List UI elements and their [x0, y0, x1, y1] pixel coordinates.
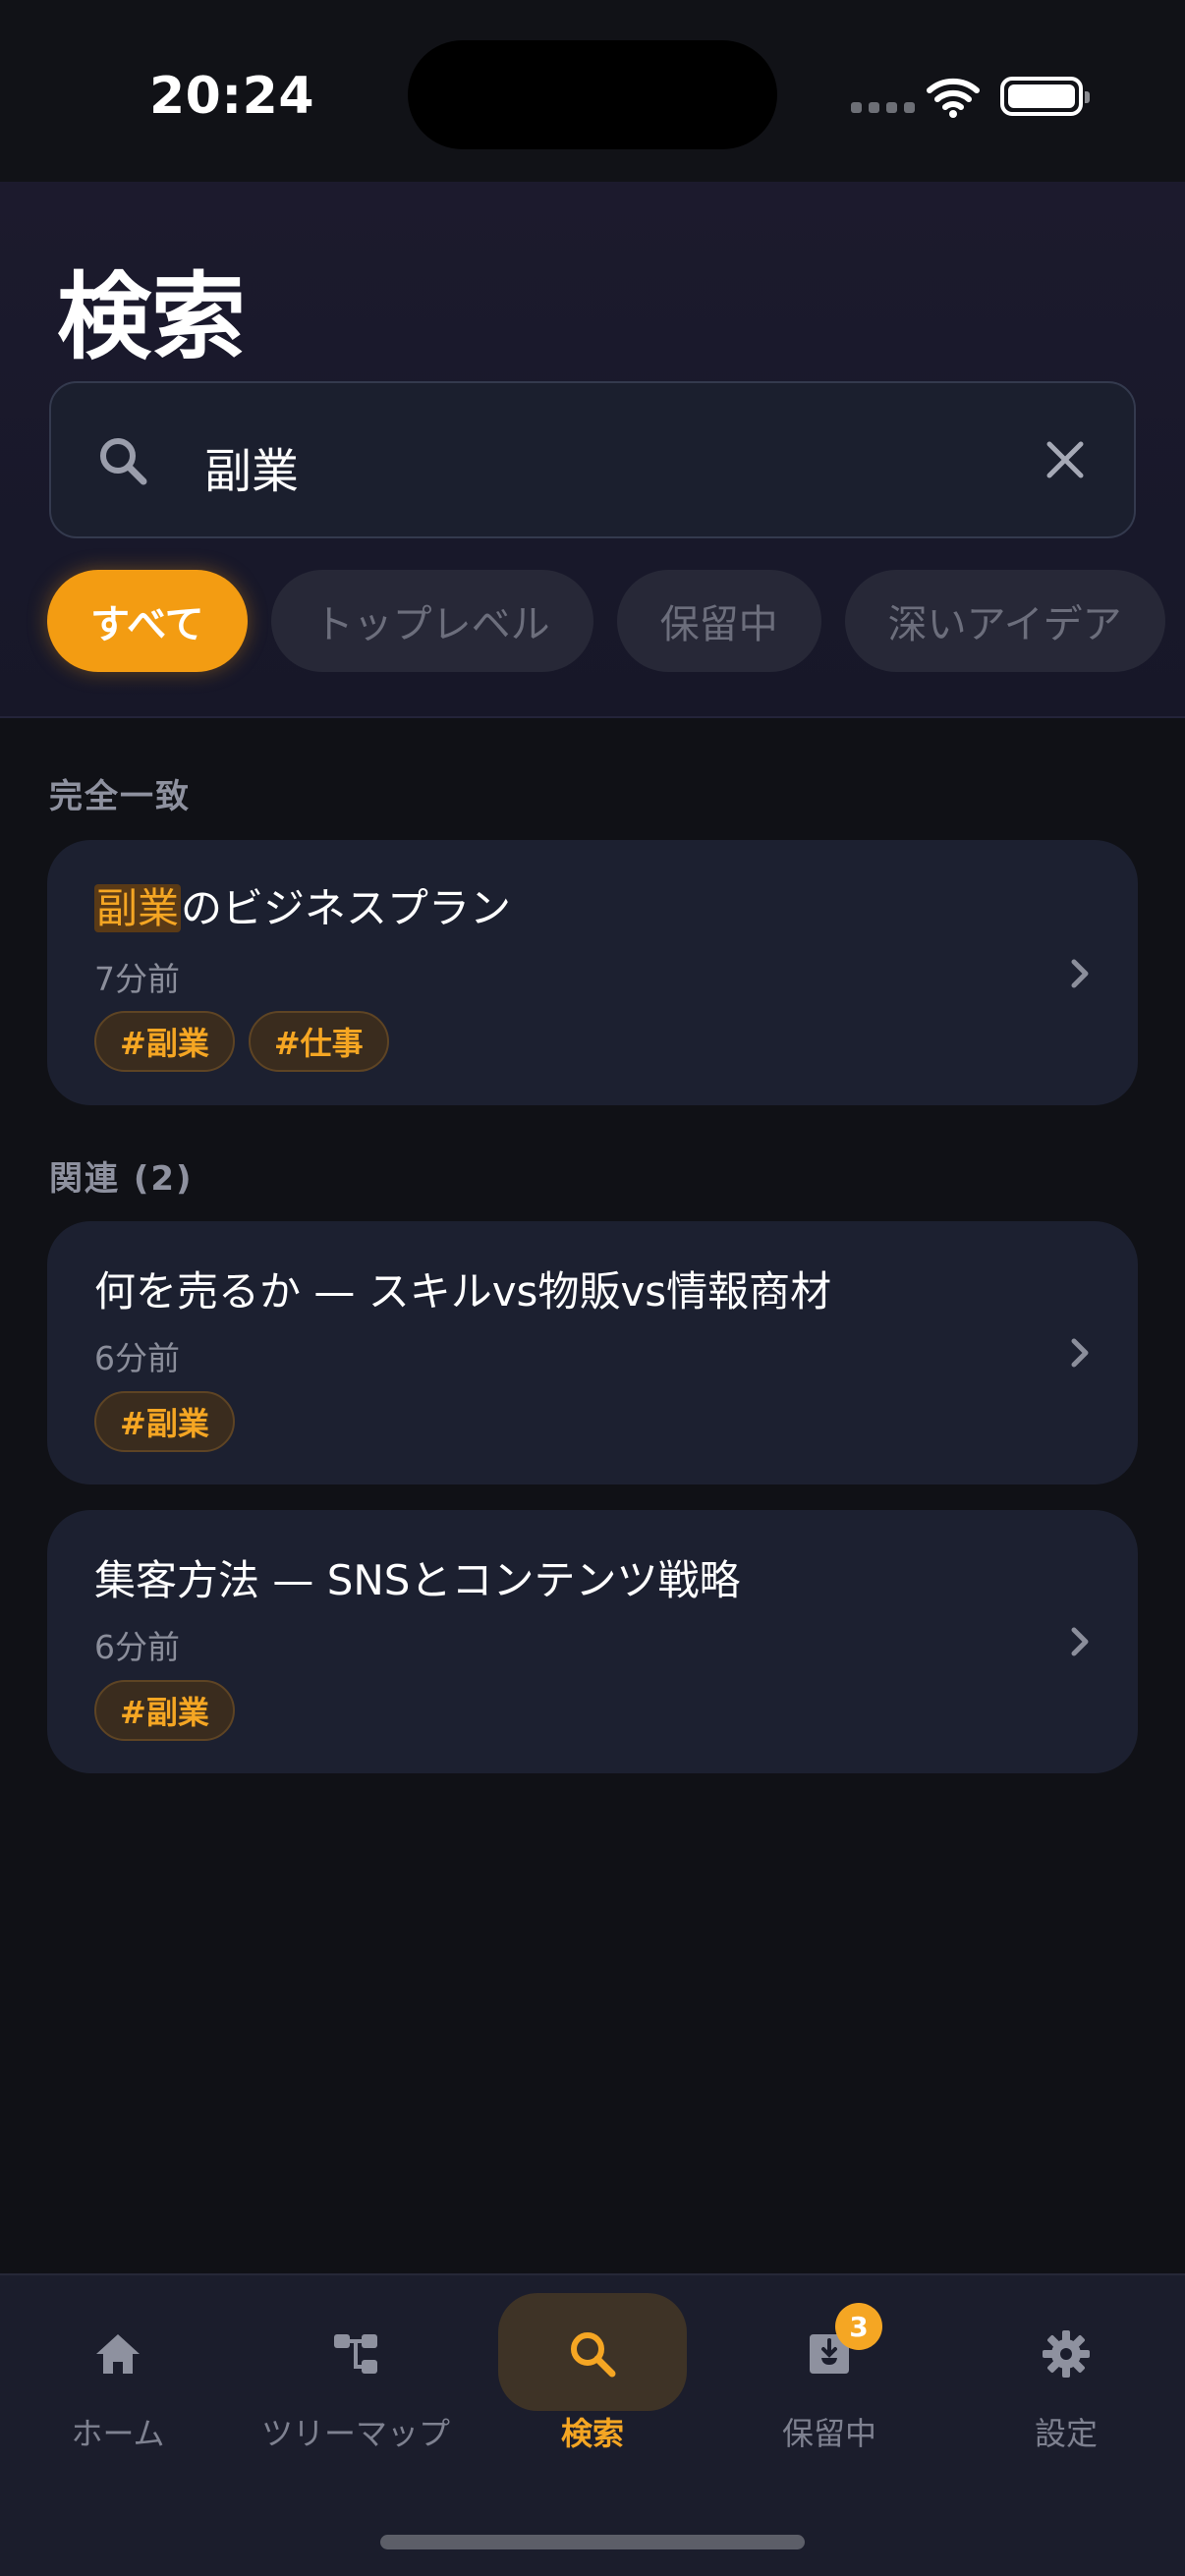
filter-chip-pending[interactable]: 保留中 — [616, 570, 821, 672]
tag-chip[interactable]: #仕事 — [248, 1011, 389, 1072]
result-title: 集客方法 — SNSとコンテンツ戦略 — [94, 1556, 741, 1604]
result-tags: #副業 #仕事 — [94, 1011, 389, 1072]
filter-chips: すべて トップレベル 保留中 深いアイデア — [47, 570, 1165, 672]
section-label-related: 関連 (2) — [49, 1159, 194, 1199]
result-card[interactable]: 何を売るか — スキルvs物販vs情報商材 6分前 #副業 — [47, 1221, 1138, 1484]
home-icon — [96, 2334, 140, 2374]
chevron-right-icon — [1071, 1338, 1089, 1368]
tab-label: 保留中 — [781, 2415, 876, 2452]
result-tags: #副業 — [94, 1391, 235, 1452]
dynamic-island — [408, 40, 777, 149]
cellular-signal-icon — [851, 102, 915, 113]
filter-chip-all[interactable]: すべて — [47, 570, 248, 672]
chevron-right-icon — [1071, 959, 1089, 988]
home-indicator — [380, 2535, 805, 2549]
pending-count-badge: 3 — [835, 2303, 882, 2350]
status-time: 20:24 — [149, 67, 315, 126]
filter-chip-deep-ideas[interactable]: 深いアイデア — [844, 570, 1165, 672]
tab-pending[interactable]: 保留中 — [711, 2275, 947, 2501]
result-title: 副業のビジネスプラン — [94, 875, 511, 935]
search-header: 検索 副業 すべて トップレベル 保留中 深いアイデア — [0, 182, 1185, 718]
section-label-exact: 完全一致 — [49, 777, 191, 816]
tag-chip[interactable]: #副業 — [94, 1391, 235, 1452]
status-bar: 20:24 — [0, 0, 1185, 182]
tab-tree-map[interactable]: ツリーマップ — [238, 2275, 474, 2501]
result-tags: #副業 — [94, 1680, 235, 1741]
page-title: 検索 — [57, 262, 246, 372]
result-time: 7分前 — [94, 960, 180, 998]
gear-icon — [1043, 2330, 1090, 2378]
tab-label: 検索 — [560, 2415, 624, 2452]
battery-icon — [1000, 77, 1090, 116]
search-icon — [571, 2332, 616, 2378]
result-card[interactable]: 集客方法 — SNSとコンテンツ戦略 6分前 #副業 — [47, 1510, 1138, 1773]
tab-label: ホーム — [71, 2415, 165, 2452]
tag-chip[interactable]: #副業 — [94, 1680, 235, 1741]
tab-label: ツリーマップ — [260, 2415, 450, 2452]
tag-chip[interactable]: #副業 — [94, 1011, 235, 1072]
tab-settings[interactable]: 設定 — [948, 2275, 1184, 2501]
highlighted-match: 副業 — [94, 884, 182, 932]
bottom-tab-bar: ホーム ツリーマップ 検索 保留中 設定 3 — [0, 2273, 1185, 2576]
clear-search-icon[interactable] — [1042, 436, 1089, 483]
wifi-icon — [927, 78, 980, 118]
result-title-rest: のビジネスプラン — [181, 884, 512, 932]
search-input[interactable]: 副業 — [49, 381, 1136, 538]
result-time: 6分前 — [94, 1339, 180, 1377]
search-screen: 20:24 検索 副業 すべて トップレベル 保留中 深いアイデア 完全一致 副… — [0, 0, 1185, 2576]
tree-map-icon — [334, 2334, 377, 2374]
tab-label: 設定 — [1034, 2415, 1098, 2452]
result-time: 6分前 — [94, 1628, 180, 1666]
search-icon — [100, 438, 147, 485]
search-query[interactable]: 副業 — [204, 432, 299, 501]
tab-home[interactable]: ホーム — [0, 2275, 236, 2501]
filter-chip-top-level[interactable]: トップレベル — [270, 570, 593, 672]
result-title: 何を売るか — スキルvs物販vs情報商材 — [94, 1267, 832, 1316]
tab-search[interactable]: 検索 — [475, 2275, 710, 2501]
chevron-right-icon — [1071, 1627, 1089, 1656]
result-card[interactable]: 副業のビジネスプラン 7分前 #副業 #仕事 — [47, 840, 1138, 1105]
